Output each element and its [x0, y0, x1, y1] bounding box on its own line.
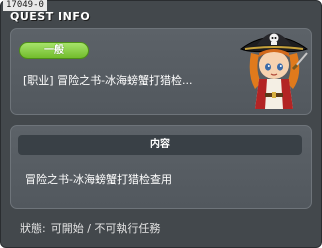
window-title: QUEST INFO [10, 10, 91, 23]
pirate-npc-icon [239, 33, 309, 109]
quest-description: 冒险之书-冰海螃蟹打猎检查用 [25, 173, 172, 186]
quest-summary-panel: 一般 [职业] 冒险之书-冰海螃蟹打猎检... [10, 28, 312, 115]
quest-name: [职业] 冒险之书-冰海螃蟹打猎检... [23, 74, 193, 87]
quest-info-window: 17049-0 QUEST INFO 一般 [职业] 冒险之书-冰海螃蟹打猎检.… [0, 0, 322, 248]
status-value: 可開始 / 不可執行任務 [50, 222, 161, 235]
quest-content-panel: 内容 冒险之书-冰海螃蟹打猎检查用 [10, 125, 312, 209]
content-header: 内容 [18, 135, 302, 155]
status-label: 狀態: [20, 222, 46, 235]
quest-status: 狀態: 可開始 / 不可執行任務 [20, 220, 160, 236]
quest-category-badge: 一般 [19, 42, 89, 59]
